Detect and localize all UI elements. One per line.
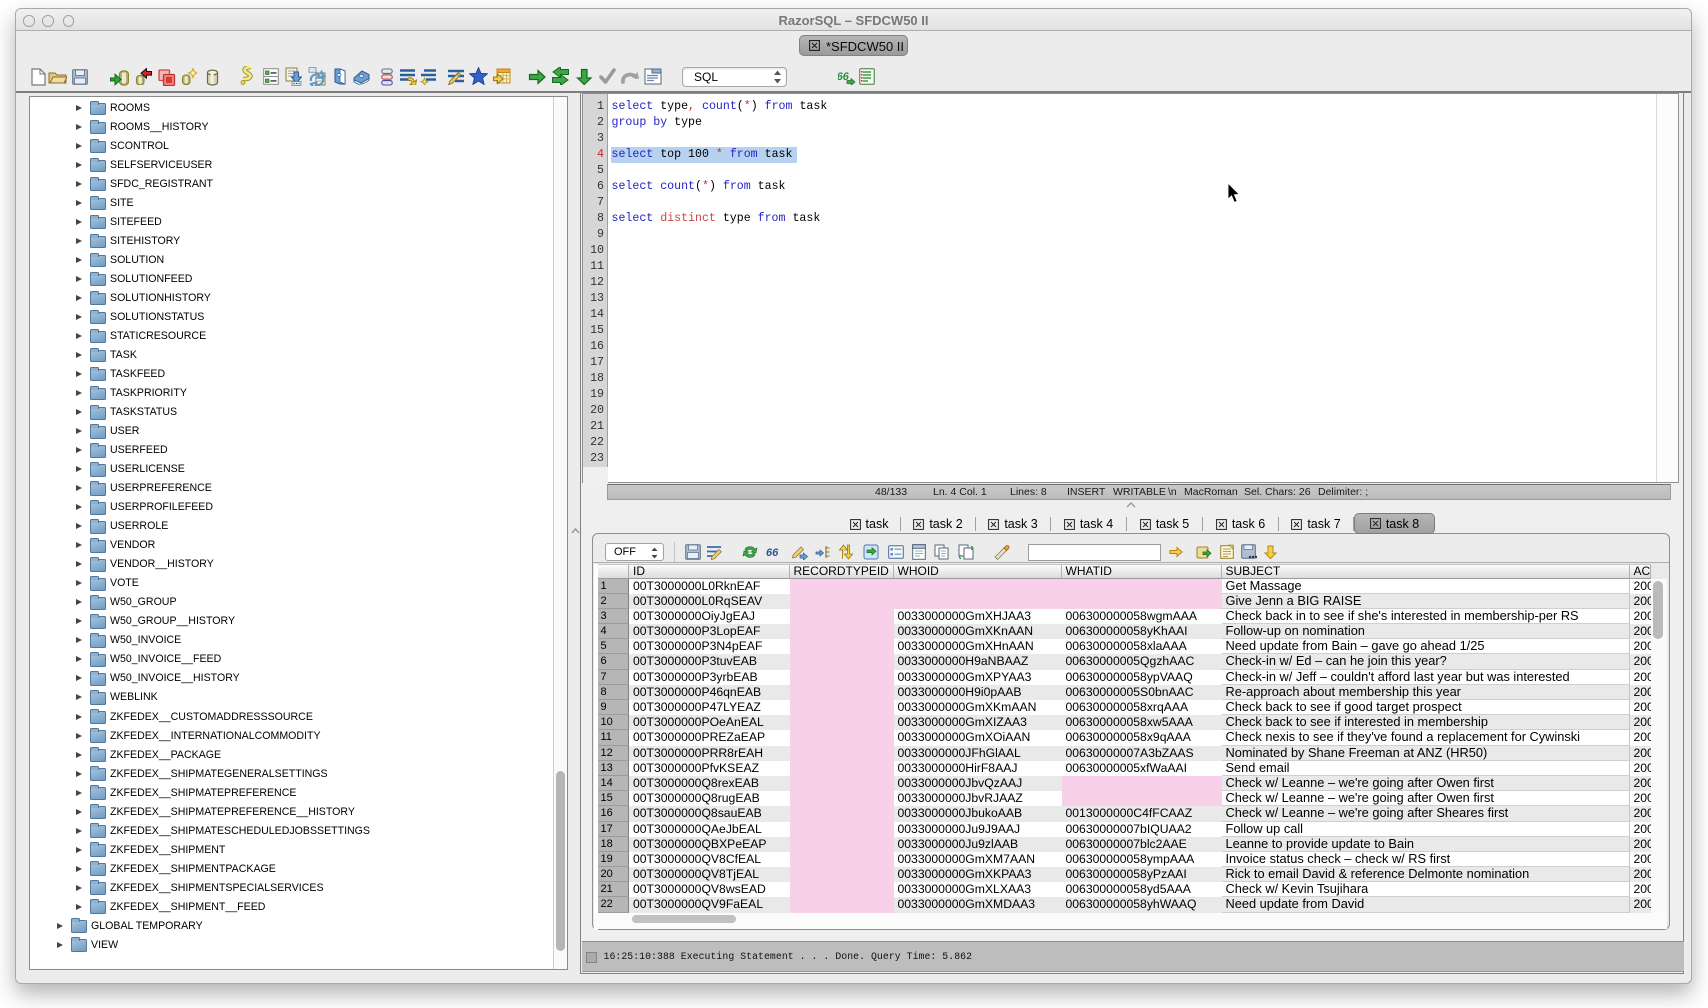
svg-text:66: 66 [766, 547, 779, 559]
